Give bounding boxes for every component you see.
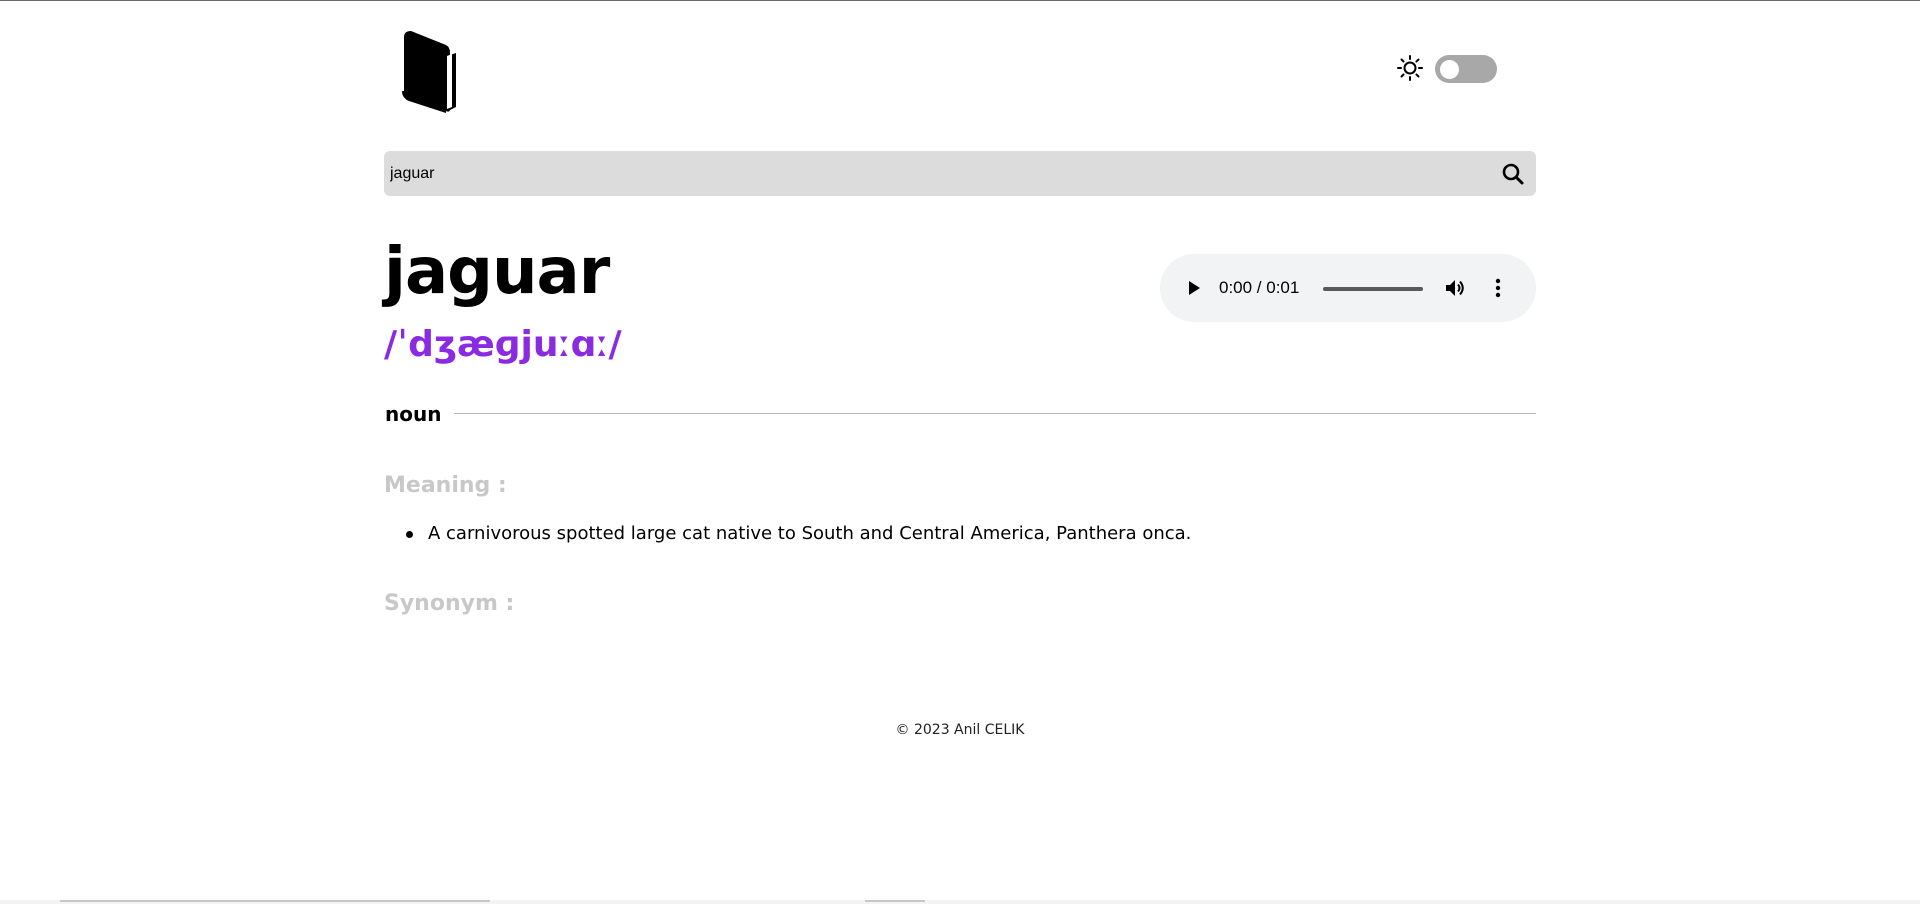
phonetic-text: /ˈdʒæɡjuːɑː/ bbox=[384, 324, 622, 365]
play-icon[interactable] bbox=[1184, 278, 1204, 298]
switch-knob bbox=[1440, 60, 1459, 79]
part-of-speech: noun bbox=[385, 402, 442, 426]
meaning-text: A carnivorous spotted large cat native t… bbox=[428, 523, 1192, 544]
part-of-speech-row: noun bbox=[384, 400, 1536, 430]
search-bar bbox=[384, 151, 1536, 196]
search-icon[interactable] bbox=[1500, 161, 1526, 187]
synonym-heading: Synonym : bbox=[384, 591, 515, 616]
bottom-segment bbox=[60, 900, 490, 902]
footer-copyright: © 2023 Anil CELIK bbox=[895, 722, 1025, 738]
meaning-list: A carnivorous spotted large cat native t… bbox=[384, 518, 1191, 550]
word-title: jaguar bbox=[384, 235, 610, 309]
audio-player: 0:00 / 0:01 bbox=[1160, 254, 1536, 322]
divider bbox=[454, 413, 1536, 414]
meaning-item: A carnivorous spotted large cat native t… bbox=[384, 518, 1191, 550]
audio-progress-bar[interactable] bbox=[1323, 287, 1423, 291]
more-vertical-icon[interactable] bbox=[1486, 276, 1510, 300]
search-input[interactable] bbox=[390, 151, 1470, 196]
volume-icon[interactable] bbox=[1443, 276, 1467, 300]
sun-icon bbox=[1397, 55, 1423, 81]
bottom-segment bbox=[865, 900, 925, 902]
meaning-heading: Meaning : bbox=[384, 473, 507, 498]
theme-toggle bbox=[1396, 52, 1536, 84]
audio-time: 0:00 / 0:01 bbox=[1219, 278, 1300, 297]
book-icon bbox=[402, 31, 456, 113]
dictionary-app: jaguar /ˈdʒæɡjuːɑː/ 0:00 / 0:01 noun Mea… bbox=[384, 0, 1536, 904]
moon-icon bbox=[1514, 58, 1530, 76]
dark-mode-switch[interactable] bbox=[1435, 55, 1497, 83]
bullet bbox=[406, 531, 413, 538]
